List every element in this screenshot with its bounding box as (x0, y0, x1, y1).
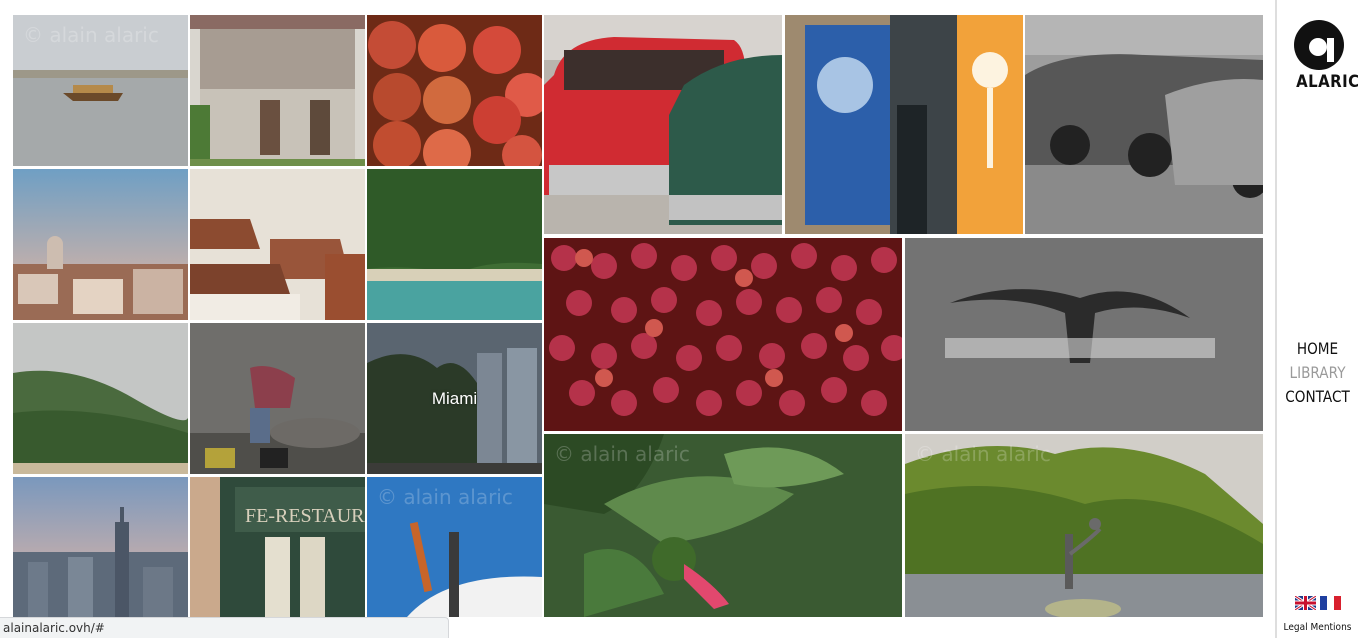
photo-coffee-cherries[interactable] (544, 238, 902, 431)
photo-river-boat[interactable]: © alain alaric (13, 15, 188, 166)
photo-cafe-restaurant[interactable]: FE-RESTAURA (190, 477, 365, 617)
photo-vintage-cars-bw[interactable] (1025, 15, 1263, 234)
nav-home[interactable]: HOME (1283, 337, 1352, 361)
photo-heron-mangroves[interactable]: © alain alaric (905, 434, 1263, 617)
photo-classic-cars[interactable] (544, 15, 782, 234)
photo-caption: Miami (431, 388, 478, 408)
language-switcher (1295, 596, 1345, 610)
status-url: alainalaric.ovh/# (3, 621, 105, 635)
sidebar: ALARIC HOME LIBRARY CONTACT Legal Mentio… (1275, 0, 1358, 638)
logo-text: ALARIC (1296, 72, 1358, 92)
nav-library[interactable]: LIBRARY (1283, 361, 1352, 385)
browser-status-bar: alainalaric.ovh/# (0, 617, 449, 638)
photo-rooftops[interactable] (190, 169, 365, 320)
french-flag-icon[interactable] (1320, 596, 1341, 610)
photo-washing-clothes[interactable] (190, 323, 365, 474)
main-nav: HOME LIBRARY CONTACT (1277, 337, 1358, 409)
photo-misty-hill[interactable] (13, 323, 188, 474)
photo-whale-tail[interactable] (905, 238, 1263, 431)
legal-mentions-link[interactable]: Legal Mentions (1281, 622, 1354, 633)
photo-new-york-skyline[interactable] (13, 477, 188, 617)
svg-text:FE-RESTAURA: FE-RESTAURA (245, 505, 365, 527)
site-logo[interactable]: ALARIC (1293, 20, 1358, 92)
photo-street-art[interactable] (785, 15, 1023, 234)
photo-miami[interactable]: Miami (367, 323, 542, 474)
photo-tropical-beach[interactable] (367, 169, 542, 320)
nav-contact[interactable]: CONTACT (1283, 385, 1352, 409)
photo-gallery: © alain alaric FE-RESTAUR Miami © alain … (0, 0, 1275, 638)
photo-boat-mast[interactable]: © alain alaric (367, 477, 542, 617)
photo-old-house[interactable] (190, 15, 365, 166)
photo-flower-plant[interactable]: © alain alaric (544, 434, 902, 617)
english-flag-icon[interactable] (1295, 596, 1316, 610)
photo-lisbon-skyline[interactable] (13, 169, 188, 320)
photo-peaches[interactable] (367, 15, 542, 166)
logo-icon (1294, 20, 1344, 70)
